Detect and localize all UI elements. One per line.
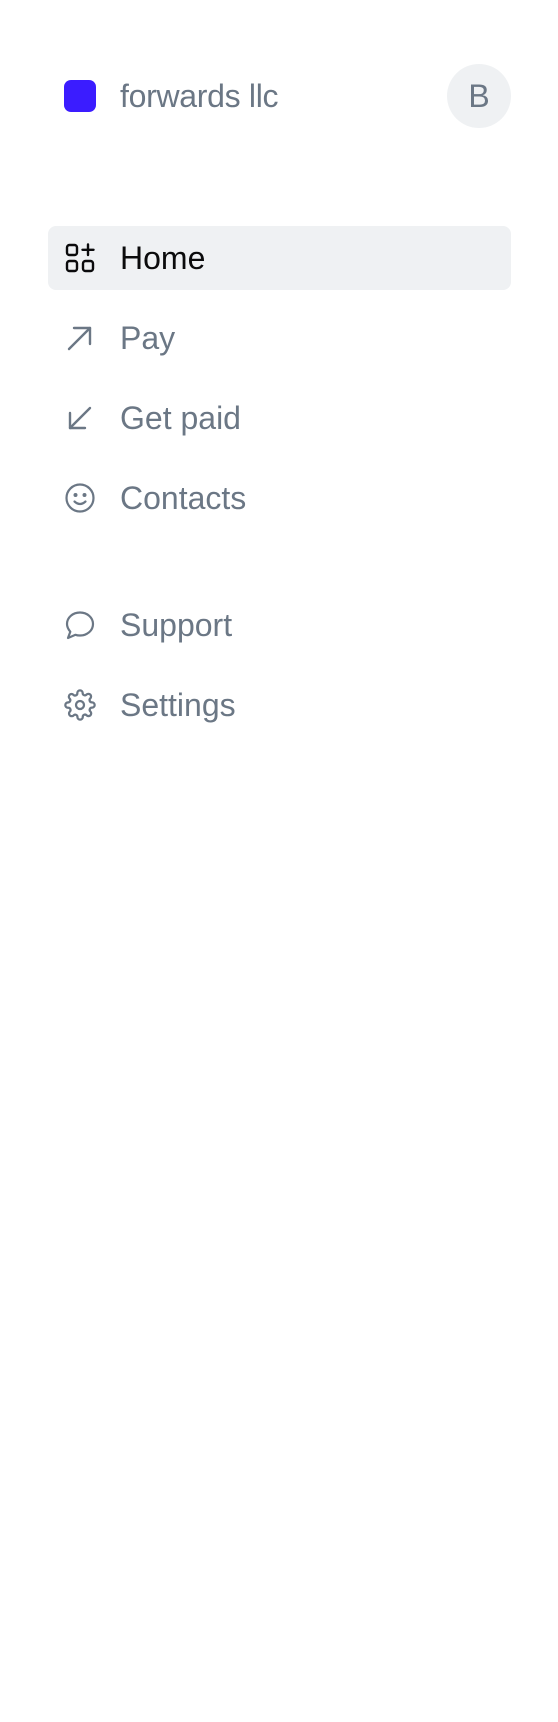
nav-label-get-paid: Get paid [120, 399, 241, 436]
nav-item-support[interactable]: Support [48, 593, 511, 657]
arrow-up-right-icon [64, 322, 96, 354]
nav-label-pay: Pay [120, 319, 176, 356]
nav-item-settings[interactable]: Settings [48, 673, 511, 737]
nav-label-support: Support [120, 606, 233, 643]
sidebar: forwards llc B Home Pay Get paid Contact… [0, 0, 558, 1722]
nav-label-settings: Settings [120, 686, 236, 723]
user-avatar[interactable]: B [447, 64, 511, 128]
nav-item-get-paid[interactable]: Get paid [48, 386, 511, 450]
nav-label-contacts: Contacts [120, 479, 247, 516]
chat-bubble-icon [64, 609, 96, 641]
nav-item-contacts[interactable]: Contacts [48, 466, 511, 530]
secondary-nav: Support Settings [48, 593, 511, 753]
org-name[interactable]: forwards llc [120, 78, 279, 115]
gear-icon [64, 689, 96, 721]
nav-item-pay[interactable]: Pay [48, 306, 511, 370]
org-header: forwards llc B [48, 64, 511, 128]
home-grid-plus-icon [64, 242, 96, 274]
smiley-icon [64, 482, 96, 514]
primary-nav: Home Pay Get paid Contacts [48, 226, 511, 546]
brand-logo [64, 80, 96, 112]
nav-item-home[interactable]: Home [48, 226, 511, 290]
arrow-down-left-icon [64, 402, 96, 434]
nav-label-home: Home [120, 239, 206, 276]
